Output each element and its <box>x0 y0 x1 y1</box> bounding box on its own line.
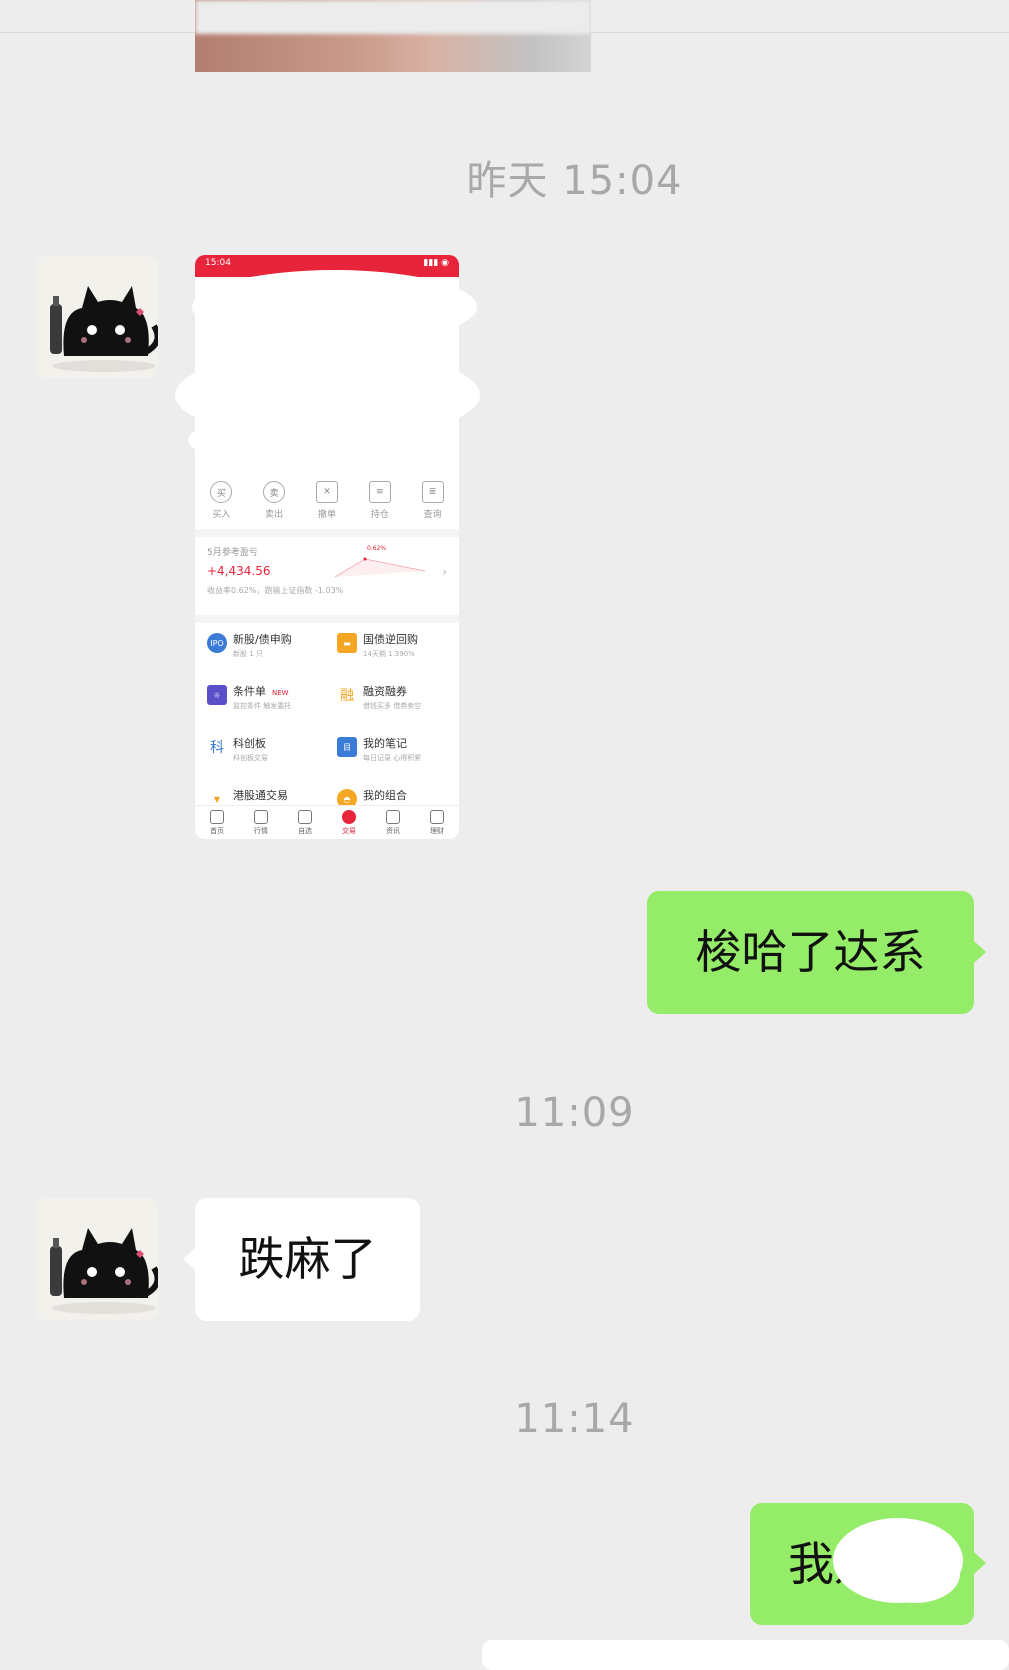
quick-action-cancel[interactable]: ✕ 撤单 <box>315 475 338 529</box>
service-title: 新股/债申购 <box>233 633 292 646</box>
bubble-tail <box>183 1248 195 1270</box>
black-cat-icon <box>50 286 158 372</box>
bubble-tail <box>974 941 986 963</box>
wallet-icon <box>430 810 444 824</box>
black-cat-icon <box>50 1228 158 1314</box>
timestamp: 11:09 <box>514 1090 635 1136</box>
bubble-tail <box>974 1552 986 1574</box>
input-bar-edge <box>482 1640 1009 1670</box>
margin-icon: 融 <box>340 688 354 704</box>
service-title-text: 条件单 <box>233 685 266 698</box>
tab-label: 资讯 <box>386 827 400 835</box>
chevron-right-icon: › <box>442 565 447 579</box>
star-market-icon: 科 <box>210 740 224 756</box>
quick-action-sell[interactable]: 卖 卖出 <box>263 475 286 529</box>
tab-label: 首页 <box>210 827 224 835</box>
service-title: 港股通交易 <box>233 789 288 802</box>
chart-icon <box>254 810 268 824</box>
service-notes[interactable]: 目 我的笔记 每日记录 心得积累 <box>325 731 445 775</box>
tab-news[interactable]: 资讯 <box>386 806 400 839</box>
notes-icon: 目 <box>337 737 357 757</box>
bulb-icon: ☼ <box>207 685 227 705</box>
ticket-icon: ▬ <box>337 633 357 653</box>
quick-action-label: 持仓 <box>370 510 389 520</box>
timestamp: 昨天 15:04 <box>466 158 683 204</box>
sell-icon: 卖 <box>263 481 286 503</box>
tab-watchlist[interactable]: 自选 <box>298 806 312 839</box>
service-subtitle: 科创板交易 <box>233 754 268 762</box>
tab-label: 自选 <box>298 827 312 835</box>
tab-label: 交易 <box>342 827 356 835</box>
tab-label: 行情 <box>254 827 268 835</box>
home-icon <box>210 810 224 824</box>
quick-action-holdings[interactable]: ≡ 持仓 <box>368 475 391 529</box>
service-grid: IPO 新股/债申购 新股 1 只 ▬ 国债逆回购 14天期 1.390% ☼ … <box>195 623 459 813</box>
service-subtitle: 监控条件 触发委托 <box>233 702 292 710</box>
quick-action-query[interactable]: ≣ 查询 <box>421 475 444 529</box>
service-subtitle: 每日记录 心得积累 <box>363 754 422 762</box>
service-star-market[interactable]: 科 科创板 科创板交易 <box>195 731 315 775</box>
redaction-blob <box>188 410 458 470</box>
tab-label: 理财 <box>430 827 444 835</box>
service-margin-trading[interactable]: 融 融资融券 借钱买多 借券卖空 <box>325 679 445 723</box>
service-subtitle: 新股 1 只 <box>233 650 263 658</box>
service-ipo[interactable]: IPO 新股/债申购 新股 1 只 <box>195 627 315 671</box>
ipo-icon: IPO <box>207 633 227 653</box>
quick-actions: 买 买入 卖 卖出 ✕ 撤单 ≡ 持仓 ≣ 查询 <box>195 475 459 529</box>
service-title: 我的组合 <box>363 789 407 802</box>
timestamp: 11:14 <box>514 1396 635 1442</box>
service-title: 国债逆回购 <box>363 633 418 646</box>
service-title: 条件单 NEW <box>233 683 289 699</box>
new-badge: NEW <box>272 689 289 697</box>
tab-home[interactable]: 首页 <box>210 806 224 839</box>
buy-icon: 买 <box>210 481 233 503</box>
message-text: 梭哈了达系 <box>695 925 926 979</box>
status-time: 15:04 <box>205 258 231 268</box>
service-title: 科创板 <box>233 737 266 750</box>
quick-action-label: 买入 <box>212 510 231 520</box>
cancel-order-icon: ✕ <box>315 481 338 503</box>
trade-icon <box>342 810 356 824</box>
message-text: 跌麻了 <box>238 1232 377 1286</box>
outgoing-message-bubble[interactable]: 梭哈了达系 <box>647 891 974 1014</box>
document-icon: ≣ <box>421 481 444 503</box>
quick-action-label: 卖出 <box>265 510 284 520</box>
quick-action-label: 查询 <box>423 510 442 520</box>
service-title: 我的笔记 <box>363 737 407 750</box>
service-reverse-repo[interactable]: ▬ 国债逆回购 14天期 1.390% <box>325 627 445 671</box>
contact-avatar[interactable] <box>36 256 158 378</box>
service-title: 融资融券 <box>363 685 407 698</box>
service-subtitle: 14天期 1.390% <box>363 650 415 658</box>
monthly-pnl-card[interactable]: 5月参考盈亏 +4,434.56 收益率0.62%，跑输上证指数 -1.03% … <box>195 537 459 615</box>
pnl-subtitle: 收益率0.62%，跑输上证指数 -1.03% <box>207 586 344 595</box>
app-tab-bar: 首页 行情 自选 交易 资讯 理财 <box>195 805 459 839</box>
redaction-blob <box>192 270 477 344</box>
tab-market[interactable]: 行情 <box>254 806 268 839</box>
pnl-sparkline <box>335 557 425 578</box>
service-conditional-order[interactable]: ☼ 条件单 NEW 监控条件 触发委托 <box>195 679 315 723</box>
tab-finance[interactable]: 理财 <box>430 806 444 839</box>
previous-image-message[interactable] <box>195 0 591 72</box>
user-icon <box>298 810 312 824</box>
service-subtitle: 借钱买多 借券卖空 <box>363 702 422 710</box>
database-icon: ≡ <box>368 481 391 503</box>
quick-action-label: 撤单 <box>317 510 336 520</box>
incoming-message-bubble[interactable]: 跌麻了 <box>195 1198 420 1321</box>
news-icon <box>386 810 400 824</box>
tab-trade[interactable]: 交易 <box>342 806 356 839</box>
quick-action-buy[interactable]: 买 买入 <box>210 475 233 529</box>
signal-icon: ▮▮▮ ◉ <box>423 258 449 268</box>
contact-avatar[interactable] <box>36 1198 158 1320</box>
redaction-blob <box>870 1545 960 1603</box>
